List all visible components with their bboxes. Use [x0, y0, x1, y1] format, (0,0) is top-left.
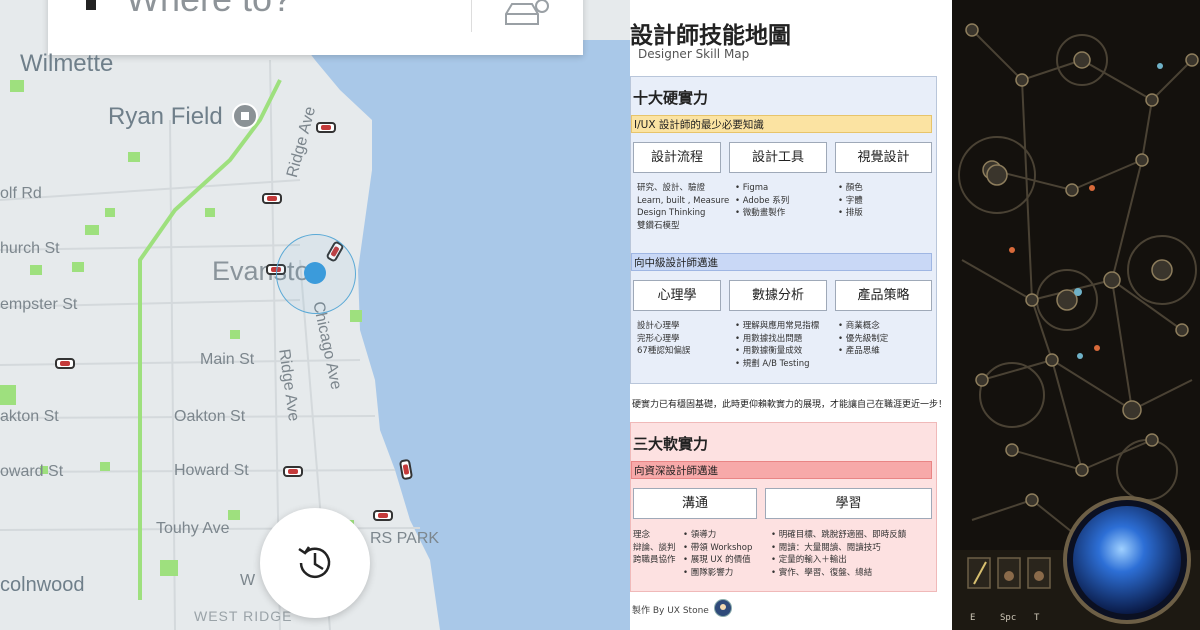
- list-item: 實作、學習、復盤、總結: [771, 567, 906, 580]
- card-psychology: 心理學: [633, 280, 721, 311]
- list-product-strategy: 商業概念 優先級制定 產品思維: [838, 320, 889, 358]
- label-church-st: hurch St: [0, 240, 60, 257]
- list-item: 跨職員協作: [633, 555, 676, 565]
- list-item: Adobe 系列: [735, 195, 790, 208]
- soft-band-senior: 向資深設計師邁進: [631, 461, 932, 479]
- list-item: 閱讀：大量閱讀、閱讀技巧: [771, 542, 906, 555]
- history-clock-icon: [298, 546, 331, 579]
- list-design-tools: Figma Adobe 系列 微動畫製作: [735, 182, 790, 220]
- card-visual-design: 視覺設計: [835, 142, 932, 173]
- car-marker: [283, 466, 303, 477]
- current-location-dot: [304, 262, 326, 284]
- list-leadership: 領導力 帶領 Workshop 展現 UX 的價值 團隊影響力: [683, 529, 753, 580]
- list-data-analysis: 理解與應用常見指標 用數據找出問題 用數據衡量成效 規劃 A/B Testing: [735, 320, 820, 371]
- list-item: 設計心理學: [637, 321, 680, 331]
- hud-key-space: Spc: [1000, 613, 1017, 623]
- credit-text: 製作 By UX Stone: [632, 606, 709, 616]
- list-item: 辯論、談判: [633, 542, 676, 553]
- game-panel[interactable]: E Spc T: [952, 0, 1200, 630]
- mana-orb-icon: [1073, 506, 1181, 614]
- soft-skills-heading: 三大軟實力: [633, 435, 709, 453]
- search-dot-icon: [86, 0, 96, 10]
- label-golf-rd: olf Rd: [0, 185, 42, 202]
- label-wilmette: Wilmette: [20, 50, 114, 77]
- author-avatar: [714, 599, 732, 617]
- map-panel[interactable]: Where to? Wilmette Ryan Field Ridge Ave …: [0, 0, 630, 630]
- car-marker: [373, 510, 393, 521]
- list-item: 團隊影響力: [683, 567, 752, 580]
- list-item: 67種認知偏誤: [637, 346, 691, 356]
- list-item: 定量的輸入＋輸出: [771, 554, 906, 567]
- hard-band-mid: 向中級設計師邁進: [631, 253, 932, 271]
- card-design-tools: 設計工具: [729, 142, 827, 173]
- list-item: 展現 UX 的價值: [683, 554, 752, 567]
- list-visual-design: 顏色 字體 排版: [838, 182, 863, 220]
- skill-map-panel: 設計師技能地圖 Designer Skill Map 十大硬實力 I/UX 設計…: [630, 0, 952, 630]
- list-item: 規劃 A/B Testing: [735, 358, 819, 371]
- label-howard-st: Howard St: [174, 462, 249, 479]
- passive-skill-tree[interactable]: [952, 0, 1200, 630]
- hard-skills-heading: 十大硬實力: [633, 89, 709, 107]
- list-item: 理解與應用常見指標: [735, 320, 820, 333]
- list-item: 微動畫製作: [735, 207, 789, 220]
- label-lincolnwood: colnwood: [0, 574, 85, 596]
- list-item: 用數據衡量成效: [735, 345, 819, 358]
- hard-band-basic: I/UX 設計師的最少必要知識: [631, 115, 932, 133]
- search-bar[interactable]: Where to?: [48, 0, 583, 55]
- list-item: 字體: [838, 195, 863, 208]
- list-item: 商業概念: [838, 320, 888, 333]
- transition-note: 硬實力已有穩固基礎，此時更仰賴軟實力的展現，才能讓自己在職涯更近一步！: [632, 400, 948, 410]
- car-marker: [262, 193, 282, 204]
- list-item: 產品思維: [838, 345, 888, 358]
- soft-skills-section: 三大軟實力 向資深設計師邁進 溝通 學習 理念 辯論、談判 跨職員協作 領導力 …: [630, 422, 937, 592]
- list-item: 領導力: [683, 529, 752, 542]
- car-clock-icon[interactable]: [500, 0, 550, 34]
- label-rogers-park: RS PARK: [370, 530, 440, 547]
- label-touhy-ave: Touhy Ave: [156, 520, 230, 537]
- label-west-ridge: WEST RIDGE: [194, 608, 293, 624]
- skill-map-subtitle: Designer Skill Map: [638, 47, 750, 61]
- search-divider: [471, 0, 472, 32]
- list-item: 帶領 Workshop: [683, 542, 753, 555]
- skill-map-title: 設計師技能地圖: [630, 23, 791, 49]
- hud-key-e: E: [970, 613, 976, 623]
- history-button[interactable]: [260, 508, 370, 618]
- list-learning: 明確目標、跳脫舒適圈、即時反饋 閱讀：大量閱讀、閱讀技巧 定量的輸入＋輸出 實作…: [771, 529, 907, 580]
- card-learning: 學習: [765, 488, 932, 519]
- card-product-strategy: 產品策略: [835, 280, 932, 311]
- list-item: Design Thinking: [637, 208, 706, 218]
- list-design-process: 研究、設計、驗證 Learn, built , Measure Design T…: [637, 182, 729, 232]
- list-psychology: 設計心理學 完形心理學 67種認知偏誤: [637, 320, 690, 358]
- list-item: 研究、設計、驗證: [637, 183, 706, 193]
- list-item: Figma: [735, 182, 789, 195]
- label-dempster-st: empster St: [0, 296, 78, 313]
- card-design-process: 設計流程: [633, 142, 721, 173]
- label-oakton-st: Oakton St: [174, 408, 246, 425]
- list-item: 用數據找出問題: [735, 333, 819, 346]
- label-w-partial: W: [240, 572, 256, 589]
- label-howard-st-left: oward St: [0, 463, 64, 480]
- label-main-st: Main St: [200, 351, 255, 368]
- car-marker: [55, 358, 75, 369]
- list-item: 理念: [633, 530, 651, 540]
- hard-skills-section: 十大硬實力 I/UX 設計師的最少必要知識 設計流程 設計工具 視覺設計 研究、…: [630, 76, 937, 384]
- card-communication: 溝通: [633, 488, 757, 519]
- list-item: 排版: [838, 207, 863, 220]
- search-input[interactable]: Where to?: [126, 0, 292, 20]
- list-communication: 理念 辯論、談判 跨職員協作: [633, 529, 676, 567]
- list-item: Learn, built , Measure: [637, 195, 730, 206]
- list-item: 雙鑽石模型: [637, 220, 680, 231]
- list-item: 完形心理學: [637, 333, 680, 344]
- card-data-analysis: 數據分析: [729, 280, 827, 311]
- hud-key-t: T: [1034, 613, 1040, 623]
- list-item: 顏色: [838, 182, 863, 195]
- car-marker: [316, 122, 336, 133]
- label-oakton-st-left: akton St: [0, 408, 59, 425]
- label-ryan-field: Ryan Field: [108, 103, 223, 130]
- list-item: 優先級制定: [838, 333, 889, 346]
- list-item: 明確目標、跳脫舒適圈、即時反饋: [771, 529, 907, 542]
- stadium-poi-icon[interactable]: [232, 103, 258, 129]
